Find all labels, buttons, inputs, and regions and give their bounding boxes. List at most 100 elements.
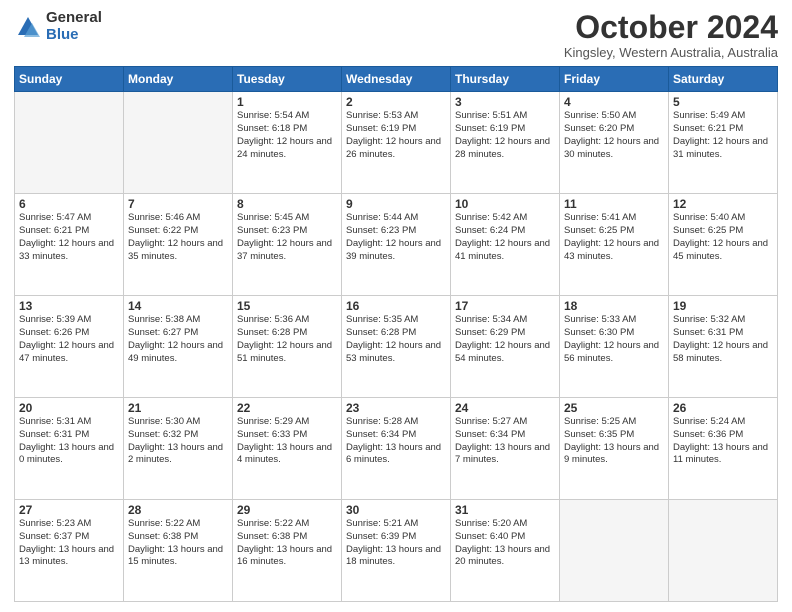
calendar-cell: 16Sunrise: 5:35 AM Sunset: 6:28 PM Dayli… [342,296,451,398]
day-number: 20 [19,401,119,415]
logo: General Blue [14,10,102,43]
day-info: Sunrise: 5:24 AM Sunset: 6:36 PM Dayligh… [673,416,773,467]
day-number: 8 [237,197,337,211]
day-info: Sunrise: 5:39 AM Sunset: 6:26 PM Dayligh… [19,314,119,365]
calendar-day-header: Saturday [669,67,778,92]
calendar-cell: 4Sunrise: 5:50 AM Sunset: 6:20 PM Daylig… [560,92,669,194]
day-info: Sunrise: 5:29 AM Sunset: 6:33 PM Dayligh… [237,416,337,467]
calendar-body: 1Sunrise: 5:54 AM Sunset: 6:18 PM Daylig… [15,92,778,602]
calendar-cell: 15Sunrise: 5:36 AM Sunset: 6:28 PM Dayli… [233,296,342,398]
day-info: Sunrise: 5:34 AM Sunset: 6:29 PM Dayligh… [455,314,555,365]
calendar-table: SundayMondayTuesdayWednesdayThursdayFrid… [14,66,778,602]
calendar-cell: 23Sunrise: 5:28 AM Sunset: 6:34 PM Dayli… [342,398,451,500]
day-info: Sunrise: 5:23 AM Sunset: 6:37 PM Dayligh… [19,518,119,569]
day-info: Sunrise: 5:54 AM Sunset: 6:18 PM Dayligh… [237,110,337,161]
logo-general-text: General [46,10,102,27]
calendar-day-header: Wednesday [342,67,451,92]
day-number: 3 [455,95,555,109]
calendar-cell: 25Sunrise: 5:25 AM Sunset: 6:35 PM Dayli… [560,398,669,500]
day-info: Sunrise: 5:35 AM Sunset: 6:28 PM Dayligh… [346,314,446,365]
calendar-cell: 28Sunrise: 5:22 AM Sunset: 6:38 PM Dayli… [124,500,233,602]
calendar-week-row: 13Sunrise: 5:39 AM Sunset: 6:26 PM Dayli… [15,296,778,398]
day-number: 15 [237,299,337,313]
calendar-cell: 9Sunrise: 5:44 AM Sunset: 6:23 PM Daylig… [342,194,451,296]
day-number: 24 [455,401,555,415]
day-number: 11 [564,197,664,211]
day-info: Sunrise: 5:42 AM Sunset: 6:24 PM Dayligh… [455,212,555,263]
page: General Blue October 2024 Kingsley, West… [0,0,792,612]
calendar-cell: 18Sunrise: 5:33 AM Sunset: 6:30 PM Dayli… [560,296,669,398]
calendar-cell: 24Sunrise: 5:27 AM Sunset: 6:34 PM Dayli… [451,398,560,500]
day-info: Sunrise: 5:36 AM Sunset: 6:28 PM Dayligh… [237,314,337,365]
day-number: 27 [19,503,119,517]
main-title: October 2024 [564,10,778,45]
calendar-day-header: Thursday [451,67,560,92]
calendar-day-header: Monday [124,67,233,92]
calendar-week-row: 27Sunrise: 5:23 AM Sunset: 6:37 PM Dayli… [15,500,778,602]
day-info: Sunrise: 5:27 AM Sunset: 6:34 PM Dayligh… [455,416,555,467]
logo-icon [14,13,42,41]
day-info: Sunrise: 5:25 AM Sunset: 6:35 PM Dayligh… [564,416,664,467]
day-number: 7 [128,197,228,211]
day-number: 25 [564,401,664,415]
day-info: Sunrise: 5:20 AM Sunset: 6:40 PM Dayligh… [455,518,555,569]
day-number: 6 [19,197,119,211]
day-number: 4 [564,95,664,109]
calendar-cell: 12Sunrise: 5:40 AM Sunset: 6:25 PM Dayli… [669,194,778,296]
day-number: 5 [673,95,773,109]
day-number: 1 [237,95,337,109]
calendar-cell [560,500,669,602]
day-info: Sunrise: 5:31 AM Sunset: 6:31 PM Dayligh… [19,416,119,467]
day-number: 17 [455,299,555,313]
subtitle: Kingsley, Western Australia, Australia [564,45,778,60]
calendar-day-header: Friday [560,67,669,92]
day-info: Sunrise: 5:22 AM Sunset: 6:38 PM Dayligh… [237,518,337,569]
day-number: 22 [237,401,337,415]
day-info: Sunrise: 5:40 AM Sunset: 6:25 PM Dayligh… [673,212,773,263]
day-info: Sunrise: 5:38 AM Sunset: 6:27 PM Dayligh… [128,314,228,365]
calendar-cell: 26Sunrise: 5:24 AM Sunset: 6:36 PM Dayli… [669,398,778,500]
day-info: Sunrise: 5:44 AM Sunset: 6:23 PM Dayligh… [346,212,446,263]
day-number: 14 [128,299,228,313]
day-number: 23 [346,401,446,415]
calendar-cell: 7Sunrise: 5:46 AM Sunset: 6:22 PM Daylig… [124,194,233,296]
day-info: Sunrise: 5:33 AM Sunset: 6:30 PM Dayligh… [564,314,664,365]
day-number: 30 [346,503,446,517]
calendar-cell: 29Sunrise: 5:22 AM Sunset: 6:38 PM Dayli… [233,500,342,602]
calendar-cell: 17Sunrise: 5:34 AM Sunset: 6:29 PM Dayli… [451,296,560,398]
day-info: Sunrise: 5:50 AM Sunset: 6:20 PM Dayligh… [564,110,664,161]
calendar-cell: 3Sunrise: 5:51 AM Sunset: 6:19 PM Daylig… [451,92,560,194]
day-info: Sunrise: 5:53 AM Sunset: 6:19 PM Dayligh… [346,110,446,161]
calendar-cell: 19Sunrise: 5:32 AM Sunset: 6:31 PM Dayli… [669,296,778,398]
calendar-cell: 20Sunrise: 5:31 AM Sunset: 6:31 PM Dayli… [15,398,124,500]
day-info: Sunrise: 5:51 AM Sunset: 6:19 PM Dayligh… [455,110,555,161]
day-info: Sunrise: 5:28 AM Sunset: 6:34 PM Dayligh… [346,416,446,467]
calendar-day-header: Tuesday [233,67,342,92]
calendar-cell: 22Sunrise: 5:29 AM Sunset: 6:33 PM Dayli… [233,398,342,500]
day-info: Sunrise: 5:32 AM Sunset: 6:31 PM Dayligh… [673,314,773,365]
day-number: 18 [564,299,664,313]
calendar-cell: 6Sunrise: 5:47 AM Sunset: 6:21 PM Daylig… [15,194,124,296]
day-info: Sunrise: 5:22 AM Sunset: 6:38 PM Dayligh… [128,518,228,569]
calendar-cell: 31Sunrise: 5:20 AM Sunset: 6:40 PM Dayli… [451,500,560,602]
day-info: Sunrise: 5:47 AM Sunset: 6:21 PM Dayligh… [19,212,119,263]
day-info: Sunrise: 5:21 AM Sunset: 6:39 PM Dayligh… [346,518,446,569]
calendar-header: SundayMondayTuesdayWednesdayThursdayFrid… [15,67,778,92]
calendar-cell: 30Sunrise: 5:21 AM Sunset: 6:39 PM Dayli… [342,500,451,602]
calendar-cell [15,92,124,194]
day-number: 16 [346,299,446,313]
calendar-cell: 11Sunrise: 5:41 AM Sunset: 6:25 PM Dayli… [560,194,669,296]
day-info: Sunrise: 5:30 AM Sunset: 6:32 PM Dayligh… [128,416,228,467]
day-number: 9 [346,197,446,211]
calendar-cell: 14Sunrise: 5:38 AM Sunset: 6:27 PM Dayli… [124,296,233,398]
calendar-cell: 8Sunrise: 5:45 AM Sunset: 6:23 PM Daylig… [233,194,342,296]
calendar-cell [124,92,233,194]
calendar-header-row: SundayMondayTuesdayWednesdayThursdayFrid… [15,67,778,92]
calendar-cell: 21Sunrise: 5:30 AM Sunset: 6:32 PM Dayli… [124,398,233,500]
calendar-cell: 5Sunrise: 5:49 AM Sunset: 6:21 PM Daylig… [669,92,778,194]
day-number: 31 [455,503,555,517]
day-info: Sunrise: 5:41 AM Sunset: 6:25 PM Dayligh… [564,212,664,263]
calendar-week-row: 1Sunrise: 5:54 AM Sunset: 6:18 PM Daylig… [15,92,778,194]
day-number: 12 [673,197,773,211]
day-number: 28 [128,503,228,517]
